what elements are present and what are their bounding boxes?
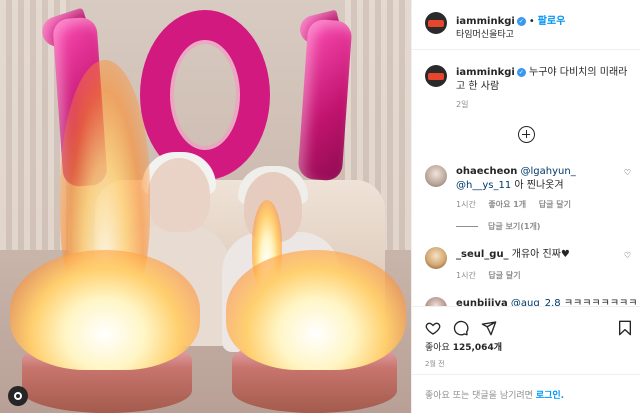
camera-icon[interactable]: [8, 386, 28, 406]
post-sidebar: iamminkgi ✓ • 팔로우 타임머신을타고 iamminkgi ✓ 누구야 다비…: [411, 0, 640, 413]
comment-text: 개유아 진짜♥: [511, 249, 570, 260]
instagram-post: iamminkgi ✓ • 팔로우 타임머신을타고 iamminkgi ✓ 누구야 다비…: [0, 0, 640, 413]
verified-icon: ✓: [516, 67, 526, 77]
comment-username[interactable]: ohaecheon: [456, 166, 517, 177]
comment-time: 1시간: [456, 271, 476, 280]
author-avatar[interactable]: [425, 12, 447, 34]
comment-text: 아 찐나옷겨: [514, 180, 564, 191]
comment-username[interactable]: _seul_gu_: [456, 249, 509, 260]
woman-left-face: [148, 158, 210, 232]
reply-button[interactable]: 답글 달기: [488, 271, 520, 280]
caption-time: 2일: [456, 100, 469, 109]
add-comment-prompt: 좋아요 또는 댓글을 남기려면 로그인.: [425, 388, 564, 401]
comment-username[interactable]: eunbijiya: [456, 298, 508, 306]
comment-meta: 1시간 좋아요 1개 답글 달기: [456, 199, 581, 210]
author-line: iamminkgi ✓ • 팔로우: [456, 12, 565, 27]
comments-scroll[interactable]: iamminkgi ✓ 누구야 다비치의 미래라고 한 사람 2일 ohaeche…: [412, 51, 640, 306]
comment-heart-icon[interactable]: ♡: [624, 168, 631, 177]
post-photo[interactable]: [0, 0, 411, 413]
share-icon[interactable]: [481, 320, 497, 336]
commenter-avatar[interactable]: [425, 247, 447, 269]
comment-mention[interactable]: @aug_2.8: [511, 298, 561, 306]
candles-flame-left: [10, 250, 200, 370]
login-link[interactable]: 로그인.: [536, 391, 564, 401]
comment-mention[interactable]: @lgahyun_: [521, 166, 576, 177]
comment: eunbijiya @aug_2.8 ㅋㅋㅋㅋㅋㅋㅋㅋㅋ: [456, 297, 636, 306]
follow-button[interactable]: 팔로우: [538, 16, 566, 27]
add-circle-icon[interactable]: [518, 126, 535, 143]
add-comment-bar: 좋아요 또는 댓글을 남기려면 로그인.: [412, 374, 640, 413]
verified-icon: ✓: [516, 16, 526, 26]
caption: iamminkgi ✓ 누구야 다비치의 미래라고 한 사람: [456, 66, 631, 94]
candles-flame-right: [226, 250, 406, 370]
comment-likes[interactable]: 좋아요 1개: [488, 200, 526, 209]
comment: ohaecheon @lgahyun_ @h__ys_11 아 찐나옷겨: [456, 165, 626, 193]
commenter-avatar[interactable]: [425, 165, 447, 187]
post-header: iamminkgi ✓ • 팔로우 타임머신을타고: [412, 0, 640, 50]
post-date: 2월 전: [425, 360, 445, 368]
location-link[interactable]: 타임머신을타고: [456, 27, 514, 40]
comment-icon[interactable]: [453, 320, 469, 336]
comment-mention[interactable]: @h__ys_11: [456, 180, 511, 191]
comment: _seul_gu_ 개유아 진짜♥: [456, 248, 626, 262]
balloon-digit-0: [140, 10, 270, 180]
comment-heart-icon[interactable]: ♡: [624, 251, 631, 260]
heart-icon[interactable]: [425, 320, 441, 336]
comment-text: ㅋㅋㅋㅋㅋㅋㅋㅋㅋ: [563, 298, 636, 306]
comment-time: 1시간: [456, 200, 476, 209]
likes-number: 125,064개: [452, 343, 502, 353]
add-comment-placeholder: 좋아요 또는 댓글을 남기려면: [425, 391, 533, 401]
likes-count[interactable]: 좋아요 125,064개: [425, 340, 502, 353]
bookmark-icon[interactable]: [617, 320, 633, 336]
view-replies-button[interactable]: 답글 보기(1개): [456, 221, 540, 232]
replies-divider: [456, 226, 478, 227]
comment-meta: 1시간 답글 달기: [456, 270, 531, 281]
view-replies-label: 답글 보기(1개): [488, 222, 541, 231]
caption-avatar[interactable]: [425, 65, 447, 87]
commenter-avatar[interactable]: [425, 297, 447, 306]
likes-label: 좋아요: [425, 343, 450, 353]
separator-dot: •: [528, 16, 535, 27]
caption-username[interactable]: iamminkgi: [456, 67, 515, 78]
reply-button[interactable]: 답글 달기: [539, 200, 571, 209]
author-username[interactable]: iamminkgi: [456, 16, 515, 27]
